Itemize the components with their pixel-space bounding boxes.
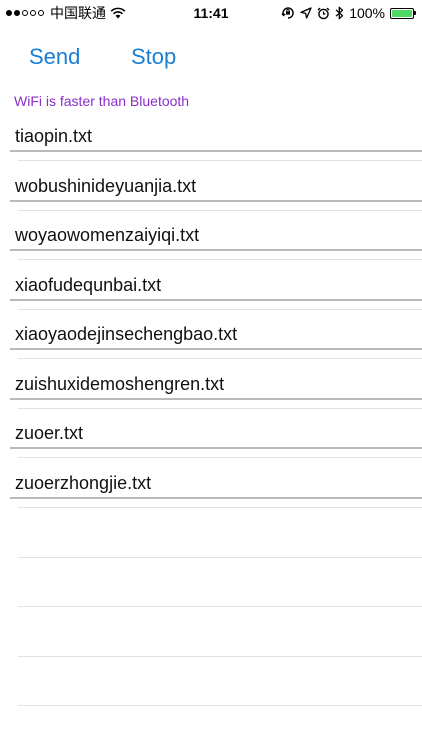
bluetooth-icon bbox=[335, 6, 344, 20]
file-list-item[interactable]: xiaofudequnbai.txt bbox=[0, 261, 422, 311]
file-underline bbox=[10, 496, 422, 499]
row-separator bbox=[18, 705, 422, 706]
file-list-item[interactable]: xiaoyaodejinsechengbao.txt bbox=[0, 310, 422, 360]
file-list: tiaopin.txt wobushinideyuanjia.txt woyao… bbox=[0, 112, 422, 508]
file-name: zuishuxidemoshengren.txt bbox=[15, 373, 225, 394]
file-name: woyaowomenzaiyiqi.txt bbox=[15, 225, 200, 245]
file-list-item[interactable]: zuoer.txt bbox=[0, 409, 422, 459]
status-bar: 中国联通 11:41 100% bbox=[0, 0, 422, 26]
file-list-item[interactable]: zuishuxidemoshengren.txt bbox=[0, 360, 422, 410]
file-list-item[interactable]: zuoerzhongjie.txt bbox=[0, 459, 422, 509]
row-separator bbox=[18, 656, 422, 657]
signal-strength-icon bbox=[6, 10, 44, 16]
location-arrow-icon bbox=[300, 7, 312, 19]
file-list-item[interactable]: wobushinideyuanjia.txt bbox=[0, 162, 422, 212]
alarm-icon bbox=[317, 7, 330, 20]
file-list-item[interactable]: tiaopin.txt bbox=[0, 112, 422, 162]
file-name: xiaofudequnbai.txt bbox=[15, 274, 162, 295]
file-underline bbox=[10, 397, 422, 400]
signal-dot bbox=[22, 10, 28, 16]
status-left: 中国联通 bbox=[6, 0, 126, 26]
info-message: WiFi is faster than Bluetooth bbox=[14, 93, 190, 109]
file-underline bbox=[10, 447, 422, 449]
file-underline bbox=[10, 150, 422, 152]
file-underline bbox=[10, 298, 422, 301]
battery-percent: 100% bbox=[349, 5, 385, 21]
carrier-name: 中国联通 bbox=[50, 5, 106, 21]
file-name: zuoerzhongjie.txt bbox=[15, 472, 152, 493]
file-name: xiaoyaodejinsechengbao.txt bbox=[15, 324, 238, 344]
file-name: wobushinideyuanjia.txt bbox=[15, 175, 197, 196]
row-separator bbox=[18, 506, 422, 508]
file-underline bbox=[10, 249, 422, 251]
signal-dot bbox=[38, 10, 44, 16]
wifi-icon bbox=[110, 7, 126, 19]
row-separator bbox=[18, 606, 422, 607]
stop-button[interactable]: Stop bbox=[131, 42, 176, 72]
file-underline bbox=[10, 199, 422, 202]
orientation-lock-icon bbox=[281, 6, 295, 20]
file-name: zuoer.txt bbox=[15, 423, 84, 443]
file-name: tiaopin.txt bbox=[15, 126, 93, 146]
signal-dot bbox=[14, 10, 20, 16]
signal-dot bbox=[30, 10, 36, 16]
send-button[interactable]: Send bbox=[29, 42, 80, 72]
row-separator bbox=[18, 557, 422, 558]
signal-dot bbox=[6, 10, 12, 16]
file-underline bbox=[10, 348, 422, 350]
file-list-item[interactable]: woyaowomenzaiyiqi.txt bbox=[0, 211, 422, 261]
battery-icon bbox=[390, 7, 416, 19]
status-right: 100% bbox=[281, 0, 416, 26]
